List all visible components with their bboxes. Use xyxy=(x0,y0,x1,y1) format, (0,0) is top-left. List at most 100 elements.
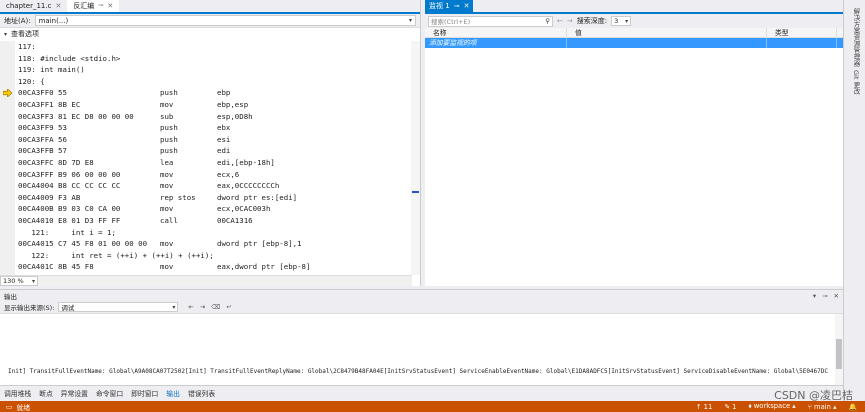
word-wrap-icon[interactable]: ↵ xyxy=(227,303,232,311)
depth-select[interactable]: 3 ▾ xyxy=(611,16,632,26)
asm-mnemonic: push xyxy=(160,88,178,98)
tab-disassembly[interactable]: 反汇编 ⊸ ✕ xyxy=(67,0,120,12)
close-icon[interactable]: ✕ xyxy=(55,2,61,10)
asm-line[interactable]: 00CA3FFA 56 push esi xyxy=(0,134,412,146)
asm-operands: ecx,6 xyxy=(217,169,240,179)
find-next-icon[interactable]: ⇥ xyxy=(200,303,205,311)
watch-toolbar: 搜索(Ctrl+E) ⚲ ← → 搜索深度: 3 ▾ xyxy=(425,14,843,28)
asm-line[interactable]: 00CA3FF0 55 push ebp xyxy=(0,87,412,99)
output-toolbar-icons: ⇤ ⇥ ⌫ ↵ xyxy=(188,303,232,311)
source-label: 显示输出来源(S): xyxy=(4,304,55,312)
pin-icon[interactable]: ⊸ xyxy=(98,2,103,9)
bottom-tool-tabs: 调用堆栈 断点 异常设置 命令窗口 即时窗口 输出 错误列表 xyxy=(0,385,843,399)
forward-arrow-icon[interactable]: → xyxy=(567,17,573,25)
asm-line[interactable]: 00CA3FF3 81 EC D8 00 00 00 sub esp,0D8h xyxy=(0,111,412,123)
bottom-tab[interactable]: 断点 xyxy=(35,388,57,398)
asm-mnemonic: sub xyxy=(160,111,174,121)
bottom-tab[interactable]: 即时窗口 xyxy=(127,388,162,398)
asm-address: 00CA3FFC 8D 7D E8 xyxy=(18,157,94,167)
address-row: 地址(A): main(...) ▾ xyxy=(0,14,420,28)
status-right: ↑ 11 ✎ 1 ⬧ workspace ▴ ⑂ main ▴ 🔔 xyxy=(696,402,857,411)
watch-search-input[interactable]: 搜索(Ctrl+E) ⚲ xyxy=(428,15,553,27)
bell-icon[interactable]: 🔔 xyxy=(849,403,857,411)
asm-line[interactable]: 00CA3FFC 8D 7D E8 lea edi,[ebp-18h] xyxy=(0,157,412,169)
col-value-header[interactable]: 值 xyxy=(567,28,767,38)
add-item-cell[interactable]: 添加要监视的项 xyxy=(425,38,567,48)
bottom-tab[interactable]: 错误列表 xyxy=(184,388,219,398)
zoom-select[interactable]: 130 % ▾ xyxy=(0,276,38,286)
clear-all-icon[interactable]: ⌫ xyxy=(211,303,220,311)
asm-line[interactable]: 00CA3FFF B9 06 00 00 00 mov ecx,6 xyxy=(0,169,412,181)
asm-mnemonic: push xyxy=(160,146,178,156)
asm-address: 00CA4009 F3 AB xyxy=(18,192,81,202)
source-line[interactable]: 120: { xyxy=(0,76,412,88)
output-scroll-thumb[interactable] xyxy=(836,339,842,369)
source-line[interactable]: 118: #include <stdio.h> xyxy=(0,53,412,65)
disassembly-code[interactable]: 117: 118: #include <stdio.h> 119: int main… xyxy=(0,41,412,275)
source-line[interactable]: 122: int ret = (++i) + (++i) + (++i); xyxy=(0,250,412,262)
output-source-select[interactable]: 调试 ▾ xyxy=(58,302,179,312)
asm-line[interactable]: 00CA3FF9 53 push ebx xyxy=(0,122,412,134)
close-icon[interactable]: ✕ xyxy=(464,2,470,10)
search-icon[interactable]: ⚲ xyxy=(545,17,550,25)
tab-watch-1[interactable]: 监视 1 ⊸ ✕ xyxy=(425,0,474,12)
asm-address: 00CA3FF0 55 xyxy=(18,88,67,98)
asm-line[interactable]: 00CA401C 8B 45 F8 mov eax,dword ptr [ebp-8… xyxy=(0,261,412,273)
solution-explorer-tab[interactable]: 解决方案资源管理器 xyxy=(851,8,861,67)
asm-line[interactable]: 00CA400B B9 03 C0 CA 00 mov ecx,0CAC003h xyxy=(0,203,412,215)
asm-line[interactable]: 00CA4010 E8 01 D3 FF FF call 00CA1316 xyxy=(0,215,412,227)
up-count[interactable]: ↑ 11 xyxy=(696,403,713,411)
depth-value: 3 xyxy=(614,17,619,25)
source-line[interactable]: 117: xyxy=(0,41,412,53)
source-value: 调试 xyxy=(61,304,75,312)
chevron-down-icon: ▾ xyxy=(625,17,629,25)
dropdown-icon[interactable]: ▾ xyxy=(813,292,816,300)
vs-window: chapter_11.c ✕ 反汇编 ⊸ ✕ 地址(A): main(...) … xyxy=(0,0,865,412)
watch-add-row[interactable]: 添加要监视的项 xyxy=(425,38,843,48)
back-arrow-icon[interactable]: ← xyxy=(557,17,563,25)
vertical-scrollbar[interactable] xyxy=(411,41,420,275)
asm-operands: 00CA1316 xyxy=(217,215,253,225)
asm-address: 00CA401C 8B 45 F8 xyxy=(18,262,94,272)
asm-line[interactable]: 00CA3FFB 57 push edi xyxy=(0,145,412,157)
asm-line[interactable]: 00CA4015 C7 45 F8 01 00 00 00 mov dword pt… xyxy=(0,238,412,250)
view-options-toggle[interactable]: ▾ 查看选项 xyxy=(0,28,420,40)
branch-label[interactable]: ⑂ main ▴ xyxy=(808,403,837,411)
address-combo[interactable]: main(...) ▾ xyxy=(34,15,416,26)
output-scrollbar[interactable] xyxy=(835,314,843,386)
source-line[interactable]: 119: int main() xyxy=(0,64,412,76)
pin-icon[interactable]: ⊸ xyxy=(822,292,827,300)
asm-address: 00CA3FFB 57 xyxy=(18,146,67,156)
bottom-tab[interactable]: 调用堆栈 xyxy=(0,388,35,398)
side-tool-strip: 解决方案资源管理器 Git 更改 xyxy=(843,0,865,401)
asm-operands: ebx xyxy=(217,123,231,133)
tab-chapter-file[interactable]: chapter_11.c ✕ xyxy=(0,0,67,12)
asm-mnemonic: lea xyxy=(160,157,174,167)
col-name-header[interactable]: 名称 xyxy=(425,28,567,38)
asm-address: 00CA4004 B8 CC CC CC CC xyxy=(18,181,121,191)
bottom-tab[interactable]: 命令窗口 xyxy=(92,388,127,398)
watch-pane: 监视 1 ⊸ ✕ 搜索(Ctrl+E) ⚲ ← → 搜索深度: 3 ▾ 名称 值… xyxy=(425,0,843,286)
asm-line[interactable]: 00CA4009 F3 AB rep stos dword ptr es:[edi] xyxy=(0,192,412,204)
col-type-header[interactable]: 类型 xyxy=(767,28,837,38)
close-icon[interactable]: ✕ xyxy=(834,292,839,300)
workspace-label[interactable]: ⬧ workspace ▴ xyxy=(749,402,796,411)
edit-count[interactable]: ✎ 1 xyxy=(724,403,736,411)
git-changes-tab[interactable]: Git 更改 xyxy=(851,70,861,94)
pin-icon[interactable]: ⊸ xyxy=(454,2,460,10)
asm-address: 00CA3FF9 53 xyxy=(18,123,67,133)
asm-operands: edi xyxy=(217,146,231,156)
tab-disassembly-label: 反汇编 xyxy=(73,1,95,10)
output-text[interactable]: Init] TransitFullEventName: Global\A9A08… xyxy=(8,368,828,375)
asm-operands: dword ptr es:[edi] xyxy=(217,192,298,202)
asm-address: 00CA3FFA 56 xyxy=(18,134,67,144)
asm-line[interactable]: 00CA4004 B8 CC CC CC CC mov eax,0CCCCCCCCh xyxy=(0,180,412,192)
find-previous-icon[interactable]: ⇤ xyxy=(188,303,193,311)
close-icon[interactable]: ✕ xyxy=(107,2,113,10)
address-label: 地址(A): xyxy=(4,16,31,25)
source-line[interactable]: 121: int i = 1; xyxy=(0,227,412,239)
bottom-tab[interactable]: 输出 xyxy=(162,388,184,398)
asm-line[interactable]: 00CA3FF1 8B EC mov ebp,esp xyxy=(0,99,412,111)
asm-mnemonic: push xyxy=(160,123,178,133)
bottom-tab[interactable]: 异常设置 xyxy=(57,388,92,398)
